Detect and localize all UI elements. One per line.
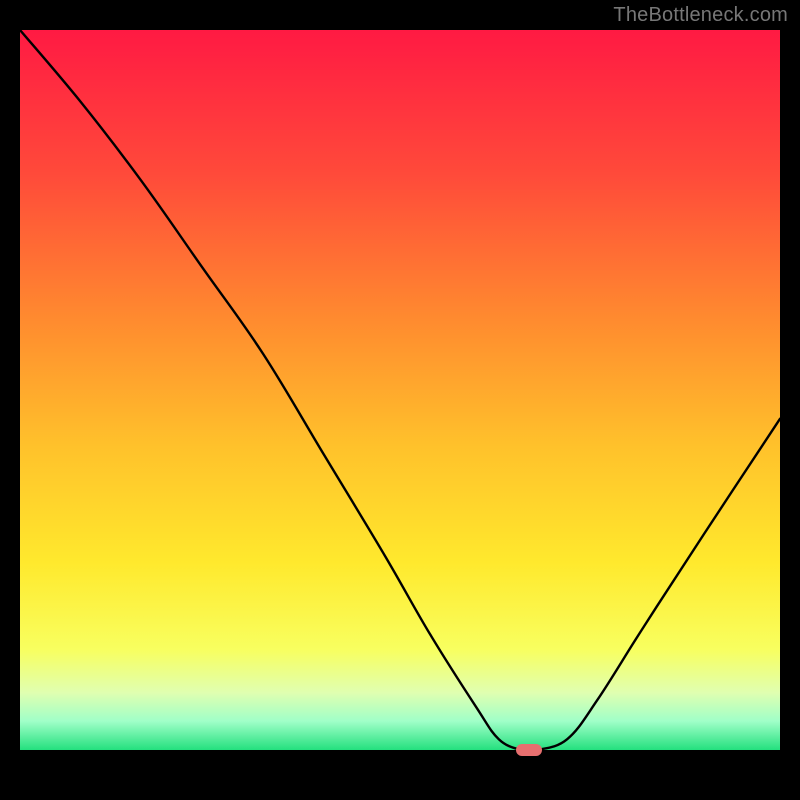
optimal-marker (516, 744, 543, 756)
chart-plot (20, 30, 780, 750)
chart-background (20, 30, 780, 750)
chart-frame (20, 30, 780, 780)
watermark-text: TheBottleneck.com (613, 4, 788, 27)
chart-svg (20, 30, 780, 750)
